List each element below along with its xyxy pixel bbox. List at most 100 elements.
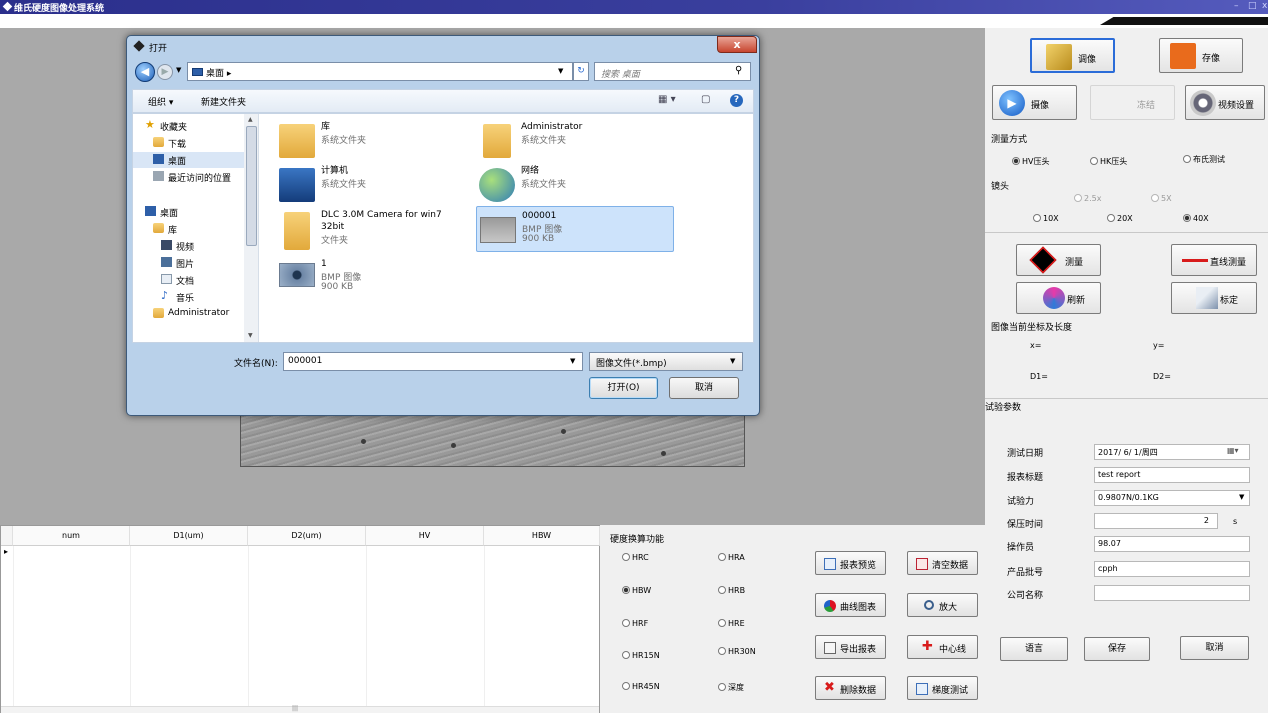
save-button[interactable]: 保存	[1084, 637, 1150, 661]
refresh-icon[interactable]: ↻	[573, 62, 589, 81]
file-item-000001[interactable]: 000001 BMP 图像 900 KB	[476, 206, 674, 252]
calendar-icon[interactable]: ▦▾	[1227, 446, 1239, 455]
cancel-button[interactable]: 取消	[1180, 636, 1249, 660]
col-header-hv[interactable]: HV	[366, 526, 484, 546]
open-file-dialog: 打开 x ◀ ▶ ▼ 桌面 ▸ ▼ ↻ 搜索 桌面 ⚲ 组织 ▾ 新建文件夹 ▦…	[126, 35, 760, 416]
test-force-select[interactable]: 0.9807N/0.1KG ▼	[1094, 490, 1250, 506]
y-label: y=	[1153, 341, 1165, 350]
help-icon[interactable]: ?	[730, 94, 743, 107]
col-header-hbw[interactable]: HBW	[484, 526, 600, 546]
file-item-computer[interactable]: 计算机 系统文件夹	[276, 162, 466, 208]
measure-button[interactable]: 测量	[1016, 244, 1101, 276]
filename-dropdown-icon[interactable]: ▼	[570, 357, 575, 365]
delete-x-icon: ✖	[824, 680, 835, 695]
radio-hr15n[interactable]: HR15N	[622, 651, 660, 660]
radio-hrf[interactable]: HRF	[622, 619, 648, 628]
acquire-image-button[interactable]: 调像	[1030, 38, 1115, 73]
report-title-input[interactable]: test report	[1094, 467, 1250, 483]
preview-pane-icon[interactable]: ▢	[701, 94, 710, 105]
operator-input[interactable]: 98.07	[1094, 536, 1250, 552]
refresh-button[interactable]: 刷新	[1016, 282, 1101, 314]
capture-button[interactable]: ▶ 摄像	[992, 85, 1077, 120]
radio-lens-10x[interactable]: 10X	[1033, 214, 1059, 223]
file-item-library[interactable]: 库 系统文件夹	[276, 118, 466, 164]
scroll-up-icon[interactable]: ▲	[248, 116, 253, 123]
radio-lens-20x[interactable]: 20X	[1107, 214, 1133, 223]
file-item-1[interactable]: 1 BMP 图像 900 KB	[276, 255, 466, 301]
radio-brinell[interactable]: 布氏测试	[1183, 154, 1225, 165]
grid-horizontal-scrollbar[interactable]: |||	[1, 705, 599, 713]
scroll-down-icon[interactable]: ▼	[248, 332, 253, 339]
company-input[interactable]	[1094, 585, 1250, 601]
report-preview-button[interactable]: 报表预览	[815, 551, 886, 575]
address-bar[interactable]: 桌面 ▸ ▼	[187, 62, 573, 81]
line-measure-label: 直线测量	[1210, 258, 1247, 268]
d2-label: D2=	[1153, 372, 1171, 381]
close-button[interactable]: x	[1262, 1, 1267, 11]
radio-hre[interactable]: HRE	[718, 619, 745, 628]
col-header-d2[interactable]: D2(um)	[248, 526, 366, 546]
radio-hv-indenter[interactable]: HV压头	[1012, 156, 1050, 167]
delete-data-button[interactable]: ✖ 删除数据	[815, 676, 886, 700]
open-button[interactable]: 打开(O)	[589, 377, 658, 399]
search-icon[interactable]: ⚲	[735, 65, 742, 76]
calibrate-button[interactable]: 标定	[1171, 282, 1257, 314]
forward-arrow-icon[interactable]: ▶	[157, 64, 173, 80]
batch-input[interactable]: cpph	[1094, 561, 1250, 577]
nav-desktop[interactable]: 桌面	[133, 152, 244, 168]
col-header-d1[interactable]: D1(um)	[130, 526, 248, 546]
filetype-select[interactable]: 图像文件(*.bmp) ▼	[589, 352, 743, 371]
scroll-thumb[interactable]	[246, 126, 257, 246]
address-chevron-icon[interactable]: ▸	[227, 69, 232, 79]
dialog-close-button[interactable]: x	[717, 36, 757, 53]
center-line-button[interactable]: ✚ 中心线	[907, 635, 978, 659]
gradient-test-button[interactable]: 梯度测试	[907, 676, 978, 700]
force-dropdown-icon[interactable]: ▼	[1239, 493, 1244, 501]
radio-hr45n[interactable]: HR45N	[622, 682, 660, 691]
dialog-cancel-button[interactable]: 取消	[669, 377, 739, 399]
maximize-button[interactable]: □	[1248, 1, 1257, 11]
save-image-button[interactable]: 存像	[1159, 38, 1243, 73]
hold-time-input[interactable]: 2	[1094, 513, 1218, 529]
filename-input[interactable]: 000001 ▼	[283, 352, 583, 371]
radio-hrb-label: HRB	[728, 586, 746, 595]
curve-chart-button[interactable]: 曲线图表	[815, 593, 886, 617]
file-item-network[interactable]: 网络 系统文件夹	[476, 162, 671, 208]
file-type: 系统文件夹	[321, 180, 367, 190]
line-measure-button[interactable]: 直线测量	[1171, 244, 1257, 276]
zoom-in-button[interactable]: 放大	[907, 593, 978, 617]
date-picker[interactable]: 2017/ 6/ 1/周四 ▦▾	[1094, 444, 1250, 460]
address-dropdown-icon[interactable]: ▼	[558, 67, 563, 75]
new-folder-button[interactable]: 新建文件夹	[201, 95, 246, 108]
search-box[interactable]: 搜索 桌面 ⚲	[594, 62, 751, 81]
minimize-button[interactable]: –	[1234, 1, 1239, 11]
radio-lens-40x[interactable]: 40X	[1183, 214, 1209, 223]
radio-hra[interactable]: HRA	[718, 553, 745, 562]
radio-lens-5x[interactable]: 5X	[1151, 194, 1172, 203]
export-report-button[interactable]: 导出报表	[815, 635, 886, 659]
results-grid[interactable]: num D1(um) D2(um) HV HBW ▸ |||	[0, 525, 600, 713]
view-options-icon[interactable]: ▦ ▾	[658, 94, 676, 105]
history-dropdown-icon[interactable]: ▼	[176, 66, 181, 74]
col-header-num[interactable]: num	[13, 526, 130, 546]
freeze-button[interactable]: 冻结	[1090, 85, 1175, 120]
radio-hrb[interactable]: HRB	[718, 586, 745, 595]
radio-hk-indenter[interactable]: HK压头	[1090, 156, 1127, 167]
back-arrow-icon[interactable]: ◀	[135, 62, 155, 82]
file-item-administrator[interactable]: Administrator 系统文件夹	[476, 118, 671, 164]
radio-lens-2-5x[interactable]: 2.5x	[1074, 194, 1101, 203]
radio-hbw[interactable]: HBW	[622, 586, 651, 595]
video-settings-button[interactable]: 视频设置	[1185, 85, 1265, 120]
language-button[interactable]: 语言	[1000, 637, 1068, 661]
nav-scrollbar[interactable]: ▲ ▼	[244, 114, 258, 342]
radio-depth[interactable]: 深度	[718, 682, 744, 693]
radio-hr30n[interactable]: HR30N	[718, 647, 756, 656]
divider	[985, 398, 1268, 399]
scroll-grip-icon[interactable]: |||	[292, 705, 298, 712]
clear-data-button[interactable]: 清空数据	[907, 551, 978, 575]
organize-menu[interactable]: 组织 ▾	[148, 95, 173, 108]
filetype-dropdown-icon[interactable]: ▼	[730, 357, 735, 365]
file-item-dlc-camera[interactable]: DLC 3.0M Camera for win7 32bit 文件夹	[276, 206, 471, 254]
radio-hrc[interactable]: HRC	[622, 553, 649, 562]
library-folder-icon	[279, 124, 315, 158]
